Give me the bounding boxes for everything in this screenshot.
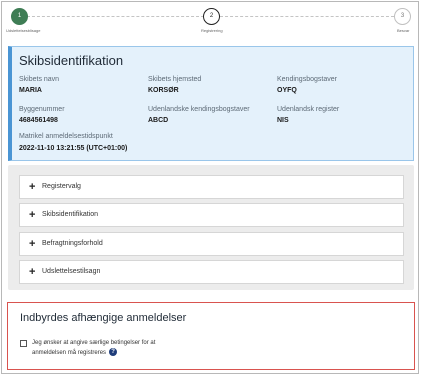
accordion-item-label: Udslettelsestilsagn [42, 268, 101, 275]
sections-accordion: + Registervalg + Skibsidentifikation + B… [8, 165, 414, 290]
field-label-call-sign: Kendingsbogstaver [277, 76, 337, 83]
checkbox-label-line-1: Jeg ønsker at angive særlige betingelser… [32, 340, 156, 346]
accordion-item-label: Registervalg [42, 183, 81, 190]
step-connector [220, 16, 394, 18]
step-2-circle[interactable]: 2 [203, 8, 220, 25]
step-1-label: Udslettelsesblisage [6, 28, 41, 33]
field-label-ship-name: Skibets navn [19, 76, 60, 83]
checkbox-label-line-2: anmeldelsen må registreres [32, 350, 107, 356]
section-title: Indbyrdes afhængige anmeldelser [20, 312, 187, 324]
plus-icon: + [29, 181, 36, 193]
step-3-label: Besvar [397, 28, 410, 33]
ship-identification-panel: Skibsidentifikation Skibets navn MARIA S… [8, 46, 414, 161]
accordion-item-udslettelsestilsagn[interactable]: + Udslettelsestilsagn [19, 260, 404, 284]
field-label-build-number: Byggenummer [19, 106, 65, 113]
field-value-build-number: 4684561498 [19, 117, 58, 124]
field-value-call-sign: OYFQ [277, 87, 297, 94]
field-value-home-port: KORSØR [148, 87, 179, 94]
field-value-registration-time: 2022-11-10 13:21:55 (UTC+01:00) [19, 145, 128, 152]
plus-icon: + [29, 266, 36, 278]
field-label-home-port: Skibets hjemsted [148, 76, 202, 83]
field-label-foreign-call-sign: Udenlandske kendingsbogstaver [148, 106, 250, 113]
accordion-item-skibsidentifikation[interactable]: + Skibsidentifikation [19, 203, 404, 227]
accordion-item-befragtningsforhold[interactable]: + Befragtningsforhold [19, 232, 404, 256]
step-2-label: Registrering [201, 28, 223, 33]
plus-icon: + [29, 209, 36, 221]
help-icon[interactable]: ? [109, 348, 118, 357]
accordion-item-label: Befragtningsforhold [42, 240, 103, 247]
field-value-foreign-call-sign: ABCD [148, 117, 169, 124]
panel-title: Skibsidentifikation [19, 53, 124, 68]
plus-icon: + [29, 238, 36, 250]
progress-stepper: 1 Udslettelsesblisage 2 Registrering 3 B… [0, 0, 422, 44]
accordion-item-label: Skibsidentifikation [42, 211, 99, 218]
field-label-foreign-register: Udenlandsk register [277, 106, 340, 113]
field-value-ship-name: MARIA [19, 87, 42, 94]
dependent-declarations-section: Indbyrdes afhængige anmeldelser Jeg ønsk… [7, 302, 415, 370]
special-conditions-checkbox[interactable] [20, 340, 27, 347]
step-1-circle[interactable]: 1 [11, 8, 28, 25]
special-conditions-label[interactable]: Jeg ønsker at angive særlige betingelser… [32, 338, 222, 358]
field-label-registration-time: Matrikel anmeldelsestidspunkt [19, 133, 113, 140]
step-3-circle: 3 [394, 8, 411, 25]
field-value-foreign-register: NIS [277, 117, 289, 124]
step-connector [27, 16, 204, 18]
accordion-item-registervalg[interactable]: + Registervalg [19, 175, 404, 199]
